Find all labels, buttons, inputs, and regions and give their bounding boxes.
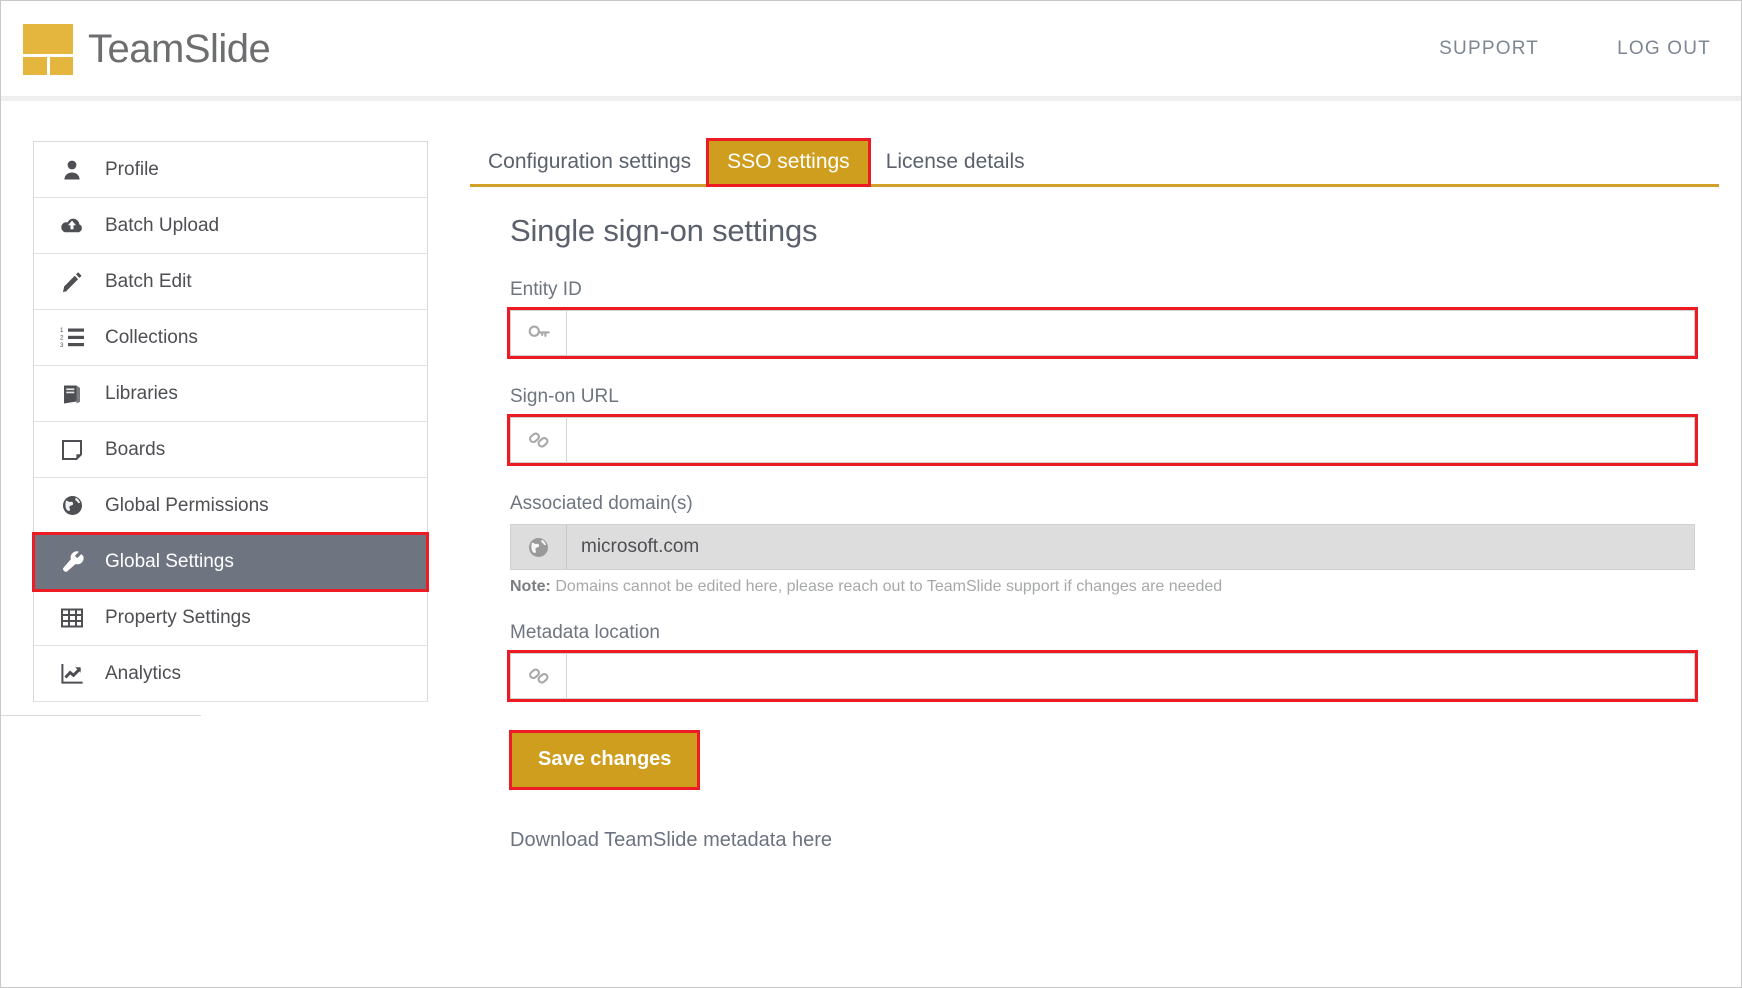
brand-name: TeamSlide: [88, 29, 270, 69]
app-window: TeamSlide SUPPORT LOG OUT Profile Batch U…: [0, 0, 1742, 988]
sidebar-item-label: Batch Edit: [105, 271, 192, 293]
wrench-icon: [59, 550, 85, 574]
key-icon: [511, 311, 567, 355]
sidebar-item-label: Analytics: [105, 663, 181, 685]
entity-id-label: Entity ID: [510, 279, 1719, 301]
sidebar-item-label: Libraries: [105, 383, 178, 405]
tab-configuration-settings[interactable]: Configuration settings: [470, 141, 709, 184]
sso-settings-content: Single sign-on settings Entity ID Sign-on…: [470, 187, 1719, 852]
sidebar-item-label: Property Settings: [105, 607, 251, 629]
cloud-upload-icon: [59, 214, 85, 238]
sign-on-url-input[interactable]: [567, 418, 1694, 462]
entity-id-input[interactable]: [567, 311, 1694, 355]
sidebar-item-boards[interactable]: Boards: [34, 422, 427, 478]
save-changes-button[interactable]: Save changes: [512, 733, 697, 787]
page-body: Profile Batch Upload Batch Edit 123 Collecti…: [1, 101, 1741, 987]
book-icon: [59, 382, 85, 406]
ordered-list-icon: 123: [59, 326, 85, 350]
domains-note: Note: Domains cannot be edited here, ple…: [510, 578, 1719, 596]
sidebar-wrap: Profile Batch Upload Batch Edit 123 Collecti…: [1, 141, 428, 987]
associated-domain-s-field-group: [510, 524, 1695, 570]
sidebar-item-label: Global Settings: [105, 551, 234, 573]
sidebar-item-property-settings[interactable]: Property Settings: [34, 590, 427, 646]
sidebar-item-global-settings[interactable]: Global Settings: [34, 534, 427, 590]
link-icon: [511, 654, 567, 698]
support-link[interactable]: SUPPORT: [1439, 38, 1539, 60]
sidebar-item-analytics[interactable]: Analytics: [34, 646, 427, 702]
sidebar-item-label: Boards: [105, 439, 165, 461]
brand[interactable]: TeamSlide: [23, 24, 270, 74]
app-header: TeamSlide SUPPORT LOG OUT: [1, 1, 1741, 101]
tab-sso-settings[interactable]: SSO settings: [709, 141, 868, 184]
sidebar-item-batch-upload[interactable]: Batch Upload: [34, 198, 427, 254]
sidebar-item-batch-edit[interactable]: Batch Edit: [34, 254, 427, 310]
metadata-location-input[interactable]: [567, 654, 1694, 698]
associated-domain-s-label: Associated domain(s): [510, 493, 1719, 515]
sidebar-item-label: Profile: [105, 159, 159, 181]
sidebar-footer-rule: [1, 702, 201, 716]
sidebar-item-label: Batch Upload: [105, 215, 219, 237]
tab-license-details[interactable]: License details: [868, 141, 1043, 184]
sidebar-item-collections[interactable]: 123 Collections: [34, 310, 427, 366]
sidebar-item-label: Global Permissions: [105, 495, 269, 517]
svg-text:1: 1: [60, 327, 64, 334]
sidebar-item-libraries[interactable]: Libraries: [34, 366, 427, 422]
link-icon: [511, 418, 567, 462]
metadata-location-label: Metadata location: [510, 622, 1719, 644]
associated-domain-s-input: [567, 525, 1694, 569]
sidebar: Profile Batch Upload Batch Edit 123 Collecti…: [33, 141, 428, 702]
log-out-link[interactable]: LOG OUT: [1617, 38, 1711, 60]
svg-text:2: 2: [60, 335, 64, 342]
svg-text:3: 3: [60, 342, 64, 348]
download-metadata-link[interactable]: Download TeamSlide metadata here: [510, 829, 832, 852]
page-title: Single sign-on settings: [510, 213, 1719, 249]
pencil-icon: [59, 270, 85, 294]
user-icon: [59, 158, 85, 182]
table-grid-icon: [59, 606, 85, 630]
sign-on-url-field-group: [510, 417, 1695, 463]
metadata-location-field-group: [510, 653, 1695, 699]
sign-on-url-label: Sign-on URL: [510, 386, 1719, 408]
entity-id-field-group: [510, 310, 1695, 356]
domains-note-text: Domains cannot be edited here, please re…: [551, 578, 1222, 595]
header-nav: SUPPORT LOG OUT: [1439, 38, 1711, 60]
line-chart-icon: [59, 662, 85, 686]
teamslide-logo-icon: [23, 24, 73, 74]
globe-icon: [59, 494, 85, 518]
domains-note-prefix: Note:: [510, 578, 551, 595]
globe-icon: [511, 525, 567, 569]
settings-form: Entity ID Sign-on URL Associated domain(s)…: [510, 279, 1719, 699]
sticky-note-icon: [59, 438, 85, 462]
sidebar-item-profile[interactable]: Profile: [34, 142, 427, 198]
main-panel: Configuration settingsSSO settingsLicens…: [428, 141, 1741, 987]
sidebar-item-label: Collections: [105, 327, 198, 349]
sidebar-item-global-permissions[interactable]: Global Permissions: [34, 478, 427, 534]
tab-bar: Configuration settingsSSO settingsLicens…: [470, 141, 1719, 187]
